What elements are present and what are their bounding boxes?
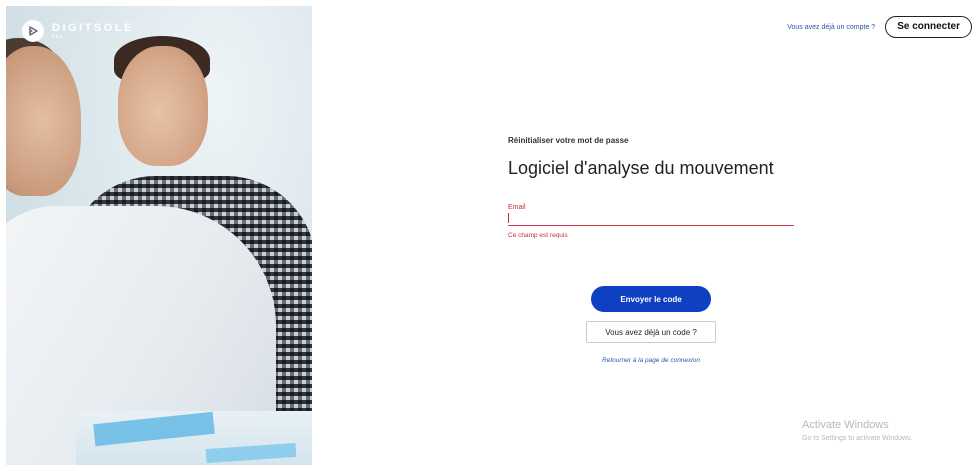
have-code-button[interactable]: Vous avez déjà un code ? [586, 321, 716, 343]
header-actions: Vous avez déjà un compte ? Se connecter [787, 16, 972, 38]
page-title: Logiciel d'analyse du mouvement [508, 158, 774, 178]
login-button[interactable]: Se connecter [885, 16, 972, 38]
brand-sub: PRO [52, 34, 64, 39]
hero-image: DIGITSOLE PRO [6, 6, 312, 465]
back-to-login-link[interactable]: Retourner à la page de connexion [586, 357, 716, 364]
reset-password-form: Réinitialiser votre mot de passe Logicie… [508, 136, 798, 239]
brand-logo: DIGITSOLE PRO [22, 20, 134, 42]
email-label: Email [508, 204, 526, 211]
form-subtitle: Réinitialiser votre mot de passe [508, 136, 629, 145]
have-account-text: Vous avez déjà un compte ? [787, 23, 876, 31]
watermark-title: Activate Windows [802, 419, 889, 431]
text-caret [508, 213, 509, 223]
email-error-message: Ce champ est requis [508, 232, 568, 239]
play-arrow-circle-icon [22, 20, 44, 42]
watermark-subtitle: Go to Settings to activate Windows. [802, 435, 913, 442]
send-code-button[interactable]: Envoyer le code [591, 286, 711, 312]
hero-person-right-head [118, 46, 208, 166]
brand-name: DIGITSOLE [52, 22, 134, 34]
email-field[interactable] [508, 211, 794, 226]
activate-windows-watermark: Activate Windows Go to Settings to activ… [802, 419, 913, 442]
email-field-group: Email Ce champ est requis [508, 204, 794, 239]
